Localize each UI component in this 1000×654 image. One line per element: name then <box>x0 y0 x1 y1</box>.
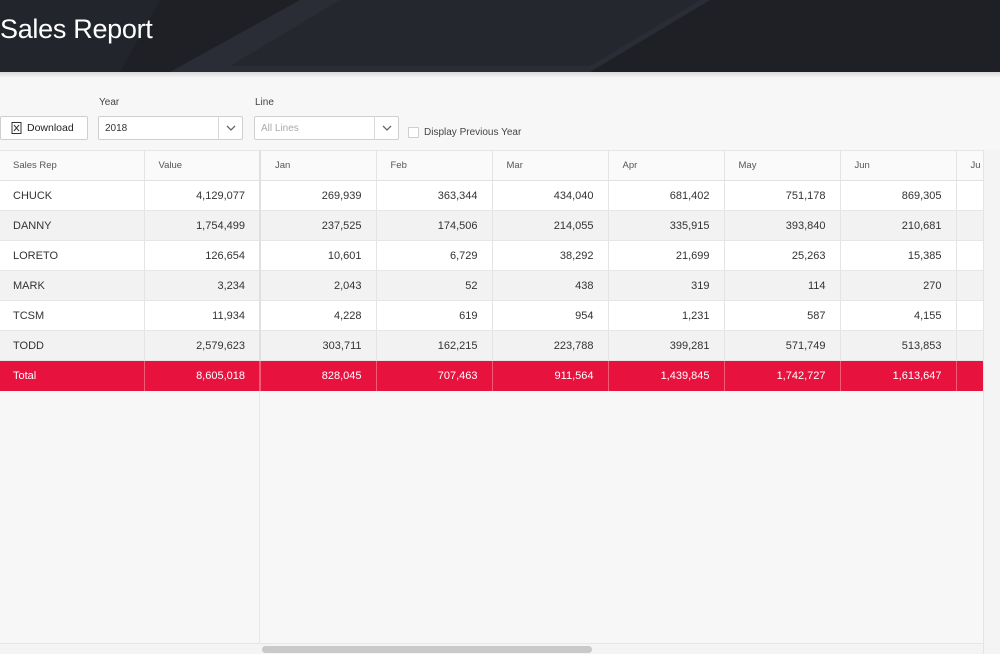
chevron-down-icon[interactable] <box>374 117 398 139</box>
cell-month: 1,231 <box>608 300 725 331</box>
line-label: Line <box>255 97 274 108</box>
cell-month: 438 <box>492 270 609 301</box>
table-row[interactable]: CHUCK 4,129,077 269,939 363,344 434,040 … <box>0 180 1000 211</box>
cell-month: 214,055 <box>492 210 609 241</box>
column-header[interactable]: Apr <box>608 150 725 181</box>
sales-table: Sales Rep Value Jan Feb Mar Apr May Jun … <box>0 150 1000 391</box>
total-month: 707,463 <box>376 360 493 391</box>
total-month: 1,613,647 <box>840 360 957 391</box>
cell-rep: TODD <box>0 330 145 361</box>
horizontal-scrollbar-thumb[interactable] <box>262 646 592 653</box>
cell-month: 399,281 <box>608 330 725 361</box>
cell-month: 25,263 <box>724 240 841 271</box>
frozen-column-divider <box>259 391 260 643</box>
cell-month: 237,525 <box>260 210 377 241</box>
total-row[interactable]: Total 8,605,018 828,045 707,463 911,564 … <box>0 360 1000 391</box>
total-month: 828,045 <box>260 360 377 391</box>
cell-value: 3,234 <box>144 270 261 301</box>
cell-month: 319 <box>608 270 725 301</box>
table-row[interactable]: DANNY 1,754,499 237,525 174,506 214,055 … <box>0 210 1000 241</box>
chevron-down-icon[interactable] <box>218 117 242 139</box>
total-value: 8,605,018 <box>144 360 261 391</box>
table-header-row: Sales Rep Value Jan Feb Mar Apr May Jun … <box>0 150 1000 181</box>
cell-month: 210,681 <box>840 210 957 241</box>
table-row[interactable]: TODD 2,579,623 303,711 162,215 223,788 3… <box>0 330 1000 361</box>
cell-month: 223,788 <box>492 330 609 361</box>
cell-month: 270 <box>840 270 957 301</box>
prev-year-label[interactable]: Display Previous Year <box>424 127 521 138</box>
total-label: Total <box>0 360 145 391</box>
column-header[interactable]: Value <box>144 150 261 181</box>
cell-month: 681,402 <box>608 180 725 211</box>
column-header[interactable]: Feb <box>376 150 493 181</box>
cell-month: 162,215 <box>376 330 493 361</box>
year-label: Year <box>99 97 120 108</box>
cell-month: 52 <box>376 270 493 301</box>
line-select[interactable]: All Lines <box>254 116 399 140</box>
cell-month: 751,178 <box>724 180 841 211</box>
table-row[interactable]: MARK 3,234 2,043 52 438 319 114 270 <box>0 270 1000 301</box>
prev-year-checkbox[interactable] <box>408 127 419 138</box>
cell-rep: DANNY <box>0 210 145 241</box>
cell-rep: LORETO <box>0 240 145 271</box>
cell-month: 513,853 <box>840 330 957 361</box>
total-month: 911,564 <box>492 360 609 391</box>
cell-month: 335,915 <box>608 210 725 241</box>
cell-value: 2,579,623 <box>144 330 261 361</box>
column-header[interactable]: Jun <box>840 150 957 181</box>
cell-month: 434,040 <box>492 180 609 211</box>
cell-month: 6,729 <box>376 240 493 271</box>
table-row[interactable]: TCSM 11,934 4,228 619 954 1,231 587 4,15… <box>0 300 1000 331</box>
document-icon <box>11 122 22 134</box>
download-button[interactable]: Download <box>0 116 88 140</box>
cell-month: 269,939 <box>260 180 377 211</box>
total-month: 1,439,845 <box>608 360 725 391</box>
total-month: 1,742,727 <box>724 360 841 391</box>
cell-value: 11,934 <box>144 300 261 331</box>
cell-rep: CHUCK <box>0 180 145 211</box>
cell-month: 303,711 <box>260 330 377 361</box>
cell-rep: MARK <box>0 270 145 301</box>
cell-value: 126,654 <box>144 240 261 271</box>
column-header[interactable]: Sales Rep <box>0 150 145 181</box>
cell-month: 954 <box>492 300 609 331</box>
cell-month: 4,155 <box>840 300 957 331</box>
cell-month: 869,305 <box>840 180 957 211</box>
cell-month: 21,699 <box>608 240 725 271</box>
cell-month: 38,292 <box>492 240 609 271</box>
cell-rep: TCSM <box>0 300 145 331</box>
year-select[interactable]: 2018 <box>98 116 243 140</box>
cell-month: 4,228 <box>260 300 377 331</box>
cell-month: 174,506 <box>376 210 493 241</box>
cell-month: 15,385 <box>840 240 957 271</box>
column-header[interactable]: May <box>724 150 841 181</box>
cell-month: 393,840 <box>724 210 841 241</box>
column-header[interactable]: Jan <box>260 150 377 181</box>
table-row[interactable]: LORETO 126,654 10,601 6,729 38,292 21,69… <box>0 240 1000 271</box>
cell-month: 587 <box>724 300 841 331</box>
cell-value: 1,754,499 <box>144 210 261 241</box>
year-value: 2018 <box>105 122 128 134</box>
page-title: Sales Report <box>0 14 153 44</box>
cell-value: 4,129,077 <box>144 180 261 211</box>
cell-month: 363,344 <box>376 180 493 211</box>
cell-month: 619 <box>376 300 493 331</box>
app-header: Sales Report <box>0 0 1000 72</box>
cell-month: 571,749 <box>724 330 841 361</box>
download-label: Download <box>27 122 74 134</box>
header-shadow <box>0 72 1000 78</box>
line-placeholder: All Lines <box>261 122 299 134</box>
column-header[interactable]: Mar <box>492 150 609 181</box>
cell-month: 114 <box>724 270 841 301</box>
cell-month: 10,601 <box>260 240 377 271</box>
cell-month: 2,043 <box>260 270 377 301</box>
filter-toolbar: Year Line Download 2018 All Lines Displa… <box>0 90 1000 146</box>
vertical-scrollbar[interactable] <box>983 150 1000 654</box>
